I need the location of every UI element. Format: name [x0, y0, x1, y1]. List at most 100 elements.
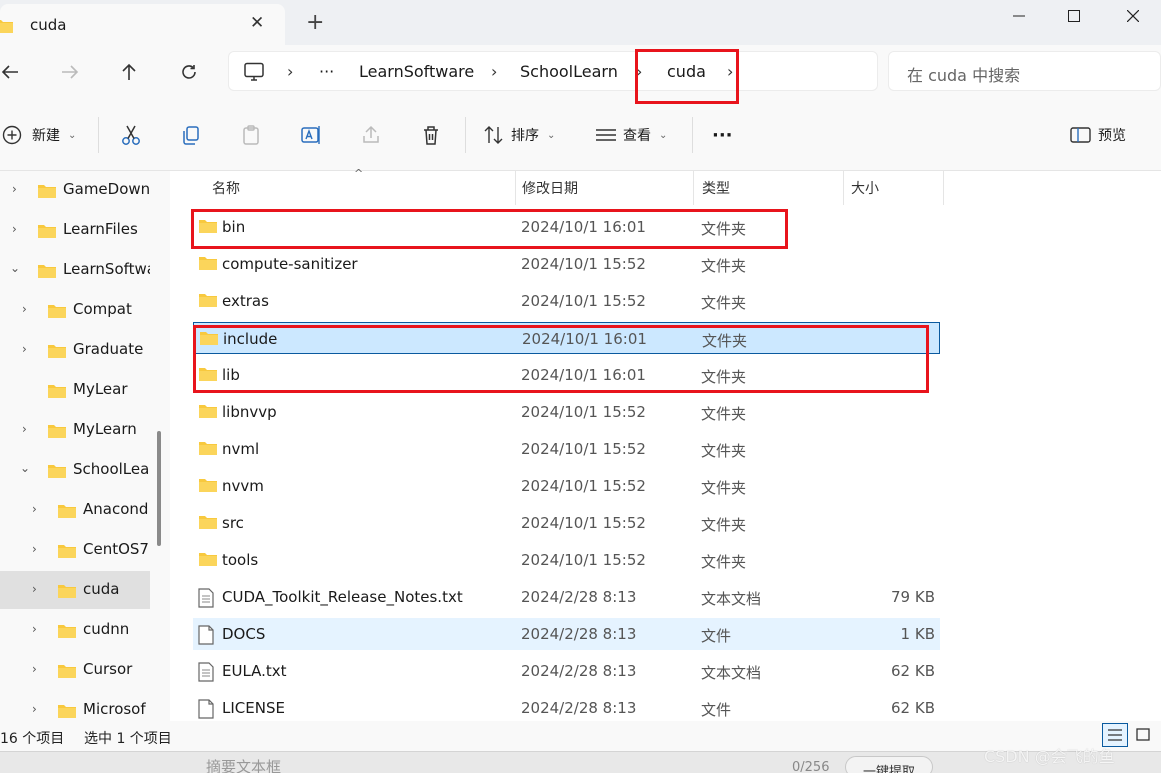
file-size: 62 KB [891, 699, 935, 717]
new-button[interactable]: 新建 ⌄ [2, 121, 76, 149]
forward-button[interactable] [56, 58, 84, 86]
tree-item-mylear[interactable]: MyLear [0, 371, 150, 409]
file-row[interactable]: nvvm 2024/10/1 15:52 文件夹 [193, 470, 940, 502]
computer-icon[interactable] [243, 62, 265, 86]
chevron-right-icon[interactable]: › [22, 422, 27, 436]
tree-item-mylearn[interactable]: › MyLearn [0, 411, 150, 449]
file-row[interactable]: nvml 2024/10/1 15:52 文件夹 [193, 433, 940, 465]
cut-button[interactable] [120, 121, 142, 149]
folder-icon [198, 255, 218, 275]
chevron-right-icon[interactable]: › [32, 582, 37, 596]
up-button[interactable] [115, 58, 143, 86]
tab-cuda[interactable]: cuda ✕ [0, 4, 285, 45]
file-name: EULA.txt [222, 662, 287, 680]
refresh-button[interactable] [175, 58, 203, 86]
column-header-size[interactable]: 大小 [851, 171, 879, 205]
chevron-down-icon[interactable]: ⌄ [20, 461, 30, 475]
chevron-right-icon[interactable]: › [32, 542, 37, 556]
folder-icon [57, 503, 77, 523]
close-window-button[interactable] [1105, 0, 1161, 32]
minimize-button[interactable] [991, 0, 1047, 32]
tree-item-compat[interactable]: › Compat [0, 291, 150, 329]
delete-button[interactable] [420, 121, 442, 149]
sort-button[interactable]: 排序 ⌄ [483, 121, 555, 149]
file-date: 2024/10/1 15:52 [521, 514, 646, 532]
paste-button[interactable] [240, 121, 262, 149]
trash-icon [424, 126, 438, 145]
tiles-view-icon [1136, 728, 1150, 741]
file-name: tools [222, 551, 259, 569]
more-options-button[interactable]: ··· [712, 121, 733, 149]
chevron-right-icon[interactable]: › [22, 342, 27, 356]
chevron-right-icon[interactable]: › [32, 622, 37, 636]
folder-icon [198, 440, 218, 460]
file-row[interactable]: src 2024/10/1 15:52 文件夹 [193, 507, 940, 539]
chevron-right-icon[interactable]: › [287, 62, 293, 81]
file-row[interactable]: compute-sanitizer 2024/10/1 15:52 文件夹 [193, 248, 940, 280]
tree-item-microsoft[interactable]: › Microsof [0, 691, 150, 721]
file-row[interactable]: lib 2024/10/1 16:01 文件夹 [193, 359, 940, 391]
search-input[interactable]: 在 cuda 中搜索 [888, 51, 1161, 91]
file-row[interactable]: LICENSE 2024/2/28 8:13 文件 62 KB [193, 692, 940, 724]
plus-circle-icon [2, 125, 22, 145]
preview-label: 预览 [1098, 128, 1126, 144]
breadcrumb-schoollearn[interactable]: SchoolLearn [520, 62, 618, 81]
file-date: 2024/10/1 15:52 [521, 403, 646, 421]
chevron-right-icon[interactable]: › [491, 62, 497, 81]
chevron-down-icon[interactable]: ⌄ [10, 261, 20, 275]
tree-item-cudnn[interactable]: › cudnn [0, 611, 150, 649]
chevron-right-icon[interactable]: › [636, 62, 642, 81]
tree-label: LearnFiles [63, 220, 138, 238]
file-row[interactable]: include 2024/10/1 16:01 文件夹 [193, 322, 940, 354]
navigation-pane: › GameDownl › LearnFiles ⌄ LearnSoftwa ›… [0, 171, 170, 721]
copy-button[interactable] [180, 121, 202, 149]
breadcrumb-more[interactable]: ··· [319, 62, 334, 81]
tree-item-gamedownl[interactable]: › GameDownl [0, 171, 150, 209]
chevron-right-icon[interactable]: › [32, 662, 37, 676]
column-header-date[interactable]: 修改日期 [522, 171, 578, 205]
tab-close-icon[interactable]: ✕ [250, 13, 264, 33]
summary-textbox[interactable]: 摘要文本框 [206, 756, 281, 773]
address-bar[interactable]: › ··· LearnSoftware › SchoolLearn › cuda… [228, 51, 878, 91]
column-header-name[interactable]: 名称 [212, 171, 240, 205]
tree-item-cuda[interactable]: › cuda [0, 571, 150, 609]
chevron-right-icon[interactable]: › [12, 222, 17, 236]
file-row[interactable]: bin 2024/10/1 16:01 文件夹 [193, 211, 940, 243]
file-type: 文件夹 [701, 442, 747, 460]
chevron-right-icon[interactable]: › [12, 182, 17, 196]
tree-item-graduate[interactable]: › Graduate [0, 331, 150, 369]
tree-item-cursor[interactable]: › Cursor [0, 651, 150, 689]
file-row[interactable]: libnvvp 2024/10/1 15:52 文件夹 [193, 396, 940, 428]
file-row[interactable]: EULA.txt 2024/2/28 8:13 文本文档 62 KB [193, 655, 940, 687]
tree-item-learnsoftware[interactable]: ⌄ LearnSoftwa [0, 251, 150, 289]
chevron-right-icon[interactable]: › [32, 702, 37, 716]
maximize-button[interactable] [1046, 0, 1102, 32]
file-row[interactable]: CUDA_Toolkit_Release_Notes.txt 2024/2/28 … [193, 581, 940, 613]
file-row[interactable]: tools 2024/10/1 15:52 文件夹 [193, 544, 940, 576]
file-name: compute-sanitizer [222, 255, 358, 273]
file-row[interactable]: extras 2024/10/1 15:52 文件夹 [193, 285, 940, 317]
chevron-right-icon[interactable]: › [22, 302, 27, 316]
breadcrumb-cuda[interactable]: cuda [667, 62, 706, 81]
sidebar-scrollbar[interactable] [157, 431, 161, 546]
chevron-right-icon[interactable]: › [727, 62, 733, 81]
new-tab-button[interactable]: + [306, 10, 324, 35]
file-row[interactable]: DOCS 2024/2/28 8:13 文件 1 KB [193, 618, 940, 650]
file-name: include [223, 330, 278, 348]
back-button[interactable] [0, 58, 24, 86]
tree-item-learnfiles[interactable]: › LearnFiles [0, 211, 150, 249]
column-header-type[interactable]: 类型 [702, 171, 730, 205]
chevron-right-icon[interactable]: › [32, 502, 37, 516]
extract-button[interactable]: 一键提取 [845, 756, 933, 773]
share-button[interactable] [360, 121, 382, 149]
view-button[interactable]: 查看 ⌄ [595, 121, 667, 149]
file-type: 文本文档 [701, 590, 762, 608]
rename-button[interactable] [300, 121, 322, 149]
list-view-icon [596, 129, 616, 141]
tree-item-anaconda[interactable]: › Anacond [0, 491, 150, 529]
tree-item-centos7[interactable]: › CentOS7 [0, 531, 150, 569]
preview-pane-button[interactable]: 预览 [1070, 121, 1126, 149]
tree-item-schoollearn[interactable]: ⌄ SchoolLea [0, 451, 150, 489]
breadcrumb-learnsoftware[interactable]: LearnSoftware [359, 62, 474, 81]
tiles-view-button[interactable] [1130, 723, 1156, 747]
